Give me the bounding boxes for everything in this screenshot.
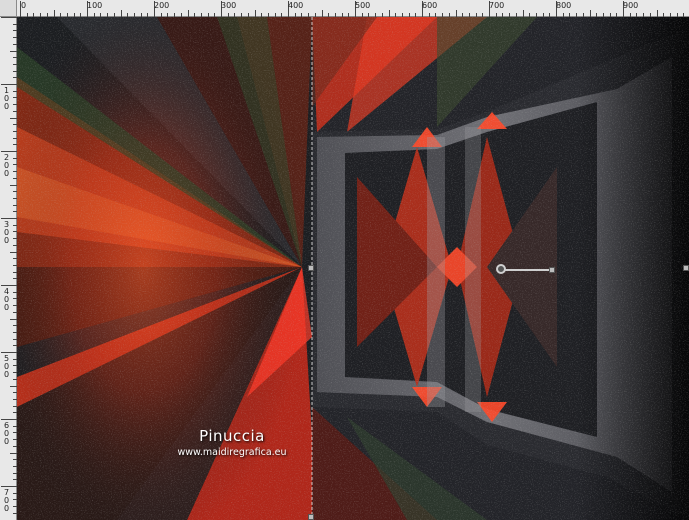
ruler-label-500: 500 [355, 1, 371, 10]
ruler-label-v-200: 2 0 0 [3, 153, 10, 178]
artwork [17, 17, 689, 520]
watermark: Pinuccia www.maidiregrafica.eu [157, 427, 307, 458]
rotation-handle[interactable] [549, 267, 555, 273]
ruler-label-600: 600 [422, 1, 438, 10]
image-canvas[interactable]: Pinuccia www.maidiregrafica.eu [17, 17, 689, 520]
ruler-corner [0, 0, 17, 17]
ruler-label-v-400: 4 0 0 [3, 287, 10, 312]
ruler-label-v-500: 5 0 0 [3, 354, 10, 379]
transform-handle-left[interactable] [308, 265, 314, 271]
ruler-label-300: 300 [221, 1, 237, 10]
ruler-label-v-300: 3 0 0 [3, 220, 10, 245]
horizontal-ruler[interactable]: 0 100 200 300 400 500 600 700 800 900 [0, 0, 689, 17]
ruler-label-200: 200 [154, 1, 170, 10]
ruler-label-700: 700 [489, 1, 505, 10]
vertical-ruler[interactable]: 1 0 0 2 0 0 3 0 0 4 0 0 5 0 0 6 0 0 7 0 … [0, 17, 17, 520]
ruler-label-0: 0 [21, 1, 27, 10]
image-workspace: 0 100 200 300 400 500 600 700 800 900 1 … [0, 0, 689, 520]
rotation-handle-line [502, 269, 552, 271]
ruler-label-v-100: 1 0 0 [3, 86, 10, 111]
rotation-pivot-icon[interactable] [496, 264, 506, 274]
watermark-name: Pinuccia [199, 427, 265, 445]
ruler-label-800: 800 [556, 1, 572, 10]
transform-handle-bottom-left[interactable] [308, 514, 314, 520]
watermark-url: www.maidiregrafica.eu [177, 447, 287, 458]
ruler-label-400: 400 [288, 1, 304, 10]
ruler-label-v-700: 7 0 0 [3, 488, 10, 513]
horizontal-ruler-ticks [20, 1, 684, 17]
ruler-label-900: 900 [623, 1, 639, 10]
ruler-label-v-600: 6 0 0 [3, 421, 10, 446]
transform-handle-right[interactable] [683, 265, 689, 271]
ruler-label-100: 100 [87, 1, 103, 10]
